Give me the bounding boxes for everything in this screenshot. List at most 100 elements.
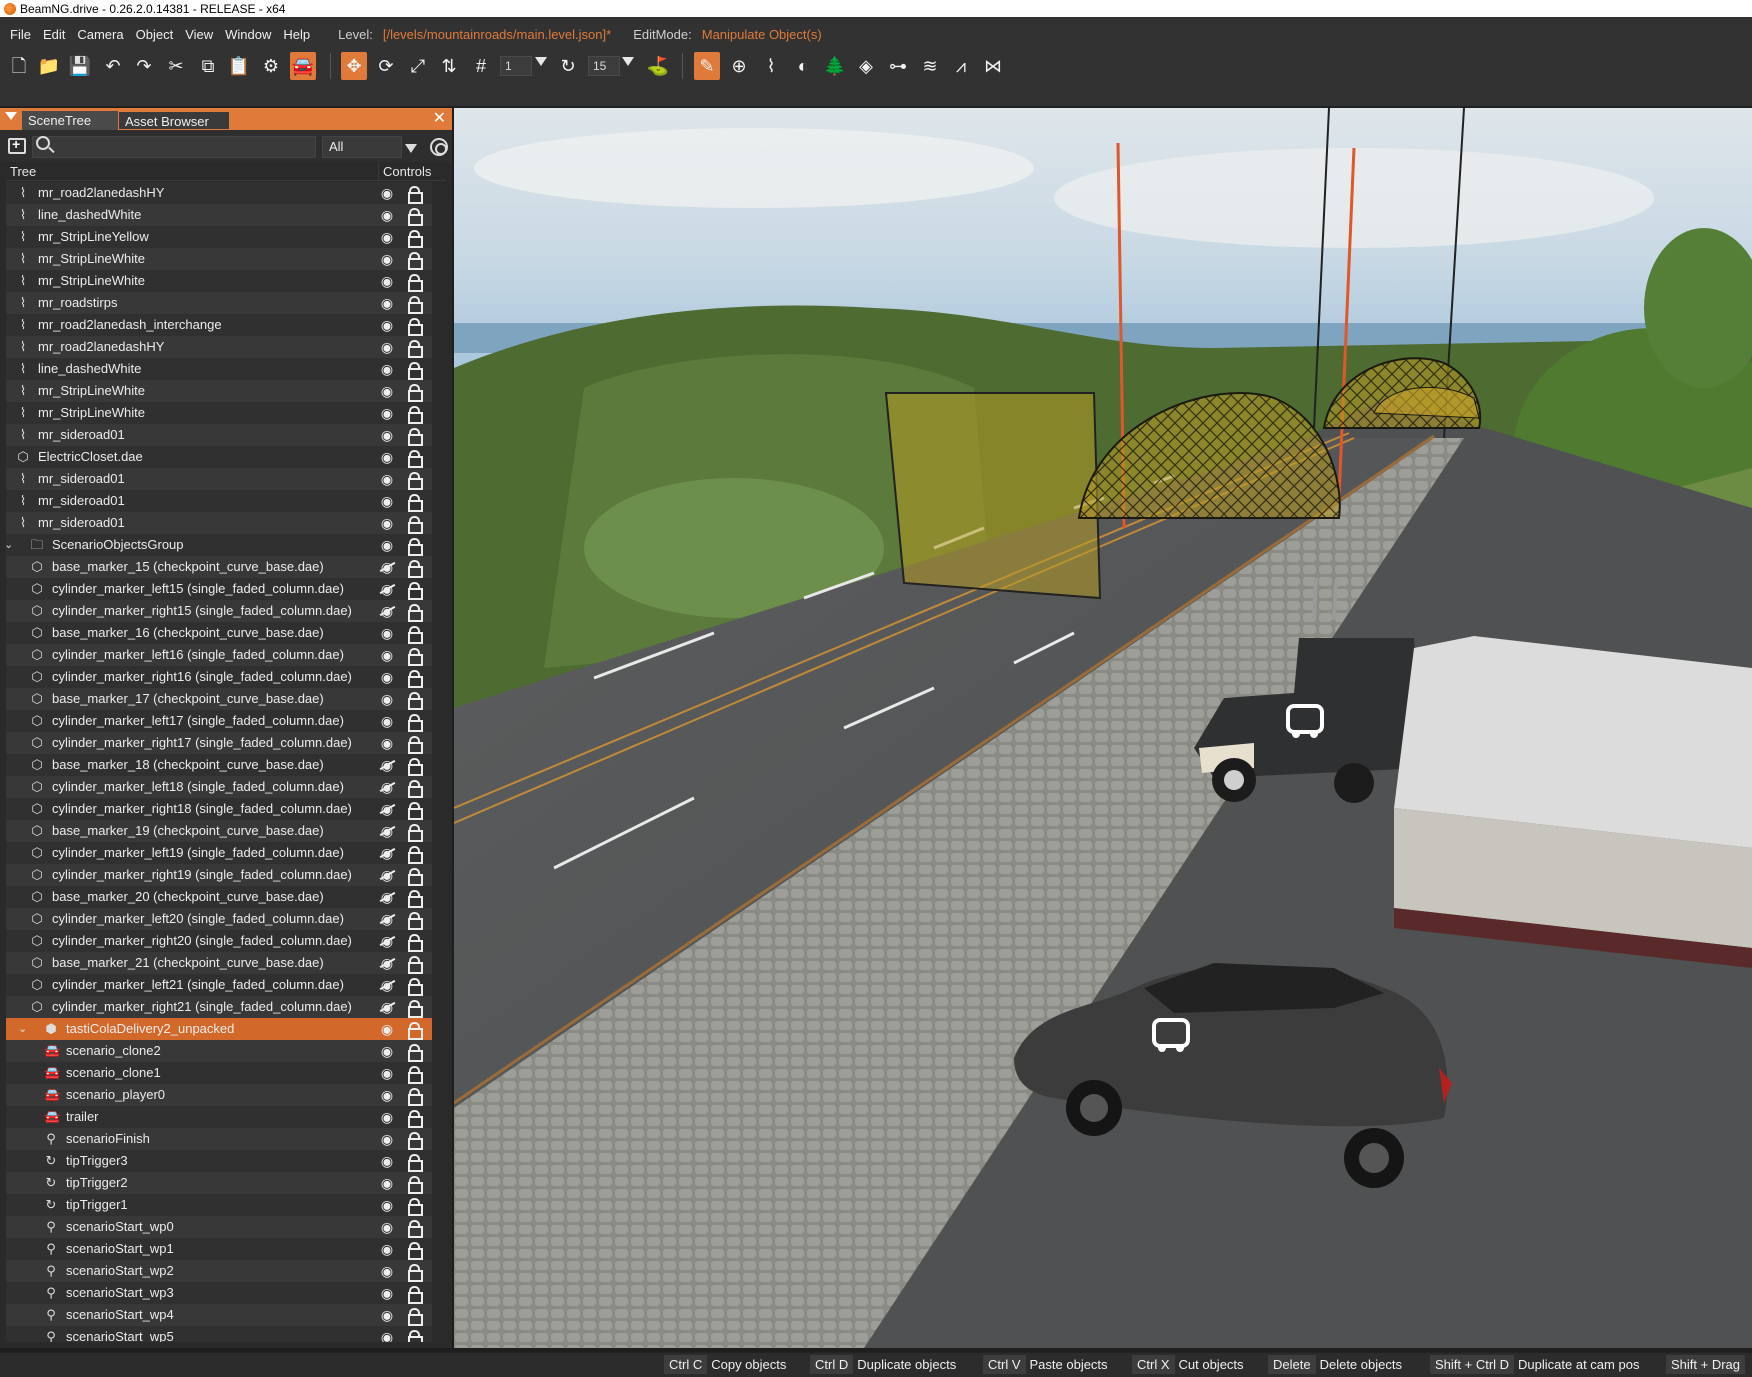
visibility-eye-icon[interactable]: ◉ [378,471,396,487]
menu-view[interactable]: View [179,27,219,42]
tree-row[interactable]: ⚲ scenarioStart_wp4 ◉ [6,1304,432,1326]
lock-icon[interactable] [408,956,423,974]
grid-size-dropdown-icon[interactable] [535,57,547,66]
tree-row[interactable]: ↻ tipTrigger3 ◉ [6,1150,432,1172]
settings-gear-icon[interactable]: ⚙ [258,52,284,80]
cut-icon[interactable]: ✂ [163,52,189,80]
lock-icon[interactable] [408,318,423,336]
tree-row[interactable]: ⬡ cylinder_marker_right18 (single_faded_c… [6,798,432,820]
lock-icon[interactable] [408,1022,423,1040]
scene-render[interactable] [454,108,1752,1348]
visibility-hidden-icon[interactable]: ◉ [378,933,396,949]
lock-icon[interactable] [408,494,423,512]
tree-scrollbar[interactable] [436,182,444,1344]
visibility-eye-icon[interactable]: ◉ [378,185,396,201]
visibility-eye-icon[interactable]: ◉ [378,669,396,685]
expand-chevron-icon[interactable]: ⌄ [18,1018,27,1040]
lock-icon[interactable] [408,1110,423,1128]
menu-window[interactable]: Window [219,27,277,42]
lock-icon[interactable] [408,230,423,248]
visibility-eye-icon[interactable]: ◉ [378,713,396,729]
expand-chevron-icon[interactable]: ⌄ [6,534,13,556]
lock-icon[interactable] [408,1066,423,1084]
tree-row[interactable]: ⬡ base_marker_17 (checkpoint_curve_base.d… [6,688,432,710]
visibility-eye-icon[interactable]: ◉ [378,449,396,465]
lock-icon[interactable] [408,1242,423,1260]
menu-file[interactable]: File [0,27,37,42]
3d-viewport[interactable] [454,108,1752,1348]
visibility-hidden-icon[interactable]: ◉ [378,867,396,883]
visibility-eye-icon[interactable]: ◉ [378,691,396,707]
visibility-eye-icon[interactable]: ◉ [378,1153,396,1169]
rotate-gizmo-icon[interactable]: ⟳ [373,52,399,80]
lock-icon[interactable] [408,1198,423,1216]
lock-icon[interactable] [408,384,423,402]
tree-row[interactable]: ↻ tipTrigger1 ◉ [6,1194,432,1216]
snap-to-terrain-icon[interactable]: ⛳ [645,52,671,80]
road-architect-icon[interactable]: ⩘ [948,52,974,80]
lock-icon[interactable] [408,890,423,908]
tree-row[interactable]: ⬡ base_marker_21 (checkpoint_curve_base.d… [6,952,432,974]
tree-row[interactable]: ⌇ mr_road2lanedashHY ◉ [6,336,432,358]
lock-icon[interactable] [408,538,423,556]
visibility-hidden-icon[interactable]: ◉ [378,779,396,795]
type-filter-select[interactable]: All [322,136,402,158]
lock-icon[interactable] [408,1154,423,1172]
lock-icon[interactable] [408,450,423,468]
tree-row[interactable]: ⬡ cylinder_marker_left20 (single_faded_co… [6,908,432,930]
tree-row[interactable]: ⌇ mr_road2lanedashHY ◉ [6,182,432,204]
menu-object[interactable]: Object [130,27,180,42]
lock-icon[interactable] [408,1000,423,1018]
visibility-eye-icon[interactable]: ◉ [378,647,396,663]
lock-icon[interactable] [408,582,423,600]
tree-row[interactable]: 🚘 scenario_player0 ◉ [6,1084,432,1106]
new-file-icon[interactable]: 🗋 [6,52,32,80]
visibility-eye-icon[interactable]: ◉ [378,383,396,399]
lock-icon[interactable] [408,1044,423,1062]
tree-row[interactable]: ⬡ ElectricCloset.dae ◉ [6,446,432,468]
visibility-hidden-icon[interactable]: ◉ [378,911,396,927]
tree-row[interactable]: ⬡ cylinder_marker_left17 (single_faded_co… [6,710,432,732]
object-edit-pencil-icon[interactable]: ✎ [694,52,720,80]
tree-row[interactable]: ⬡ cylinder_marker_left19 (single_faded_co… [6,842,432,864]
lock-icon[interactable] [408,1330,423,1342]
open-folder-icon[interactable]: 📁 [36,52,62,80]
visibility-hidden-icon[interactable]: ◉ [378,801,396,817]
visibility-hidden-icon[interactable]: ◉ [378,955,396,971]
visibility-eye-icon[interactable]: ◉ [378,339,396,355]
tree-row[interactable]: ⌇ mr_sideroad01 ◉ [6,468,432,490]
tree-row[interactable]: ⌇ mr_roadstirps ◉ [6,292,432,314]
lock-icon[interactable] [408,274,423,292]
rotation-snap-field[interactable]: 15 [588,56,620,76]
tree-row[interactable]: 🚘 trailer ◉ [6,1106,432,1128]
tree-row[interactable]: ⚲ scenarioStart_wp2 ◉ [6,1260,432,1282]
forest-editor-icon[interactable]: 🌲 [822,52,848,80]
visibility-eye-icon[interactable]: ◉ [378,1021,396,1037]
lock-icon[interactable] [408,186,423,204]
lock-icon[interactable] [408,252,423,270]
checkpoint-gate-box[interactable] [884,392,1102,600]
tree-row[interactable]: ⬡ cylinder_marker_right17 (single_faded_c… [6,732,432,754]
visibility-hidden-icon[interactable]: ◉ [378,889,396,905]
tree-row[interactable]: ⬡ base_marker_20 (checkpoint_curve_base.d… [6,886,432,908]
tab-asset-browser[interactable]: Asset Browser [118,111,230,130]
tree-row[interactable]: ⌇ mr_sideroad01 ◉ [6,512,432,534]
visibility-eye-icon[interactable]: ◉ [378,1197,396,1213]
tree-row[interactable]: ⬡ base_marker_16 (checkpoint_curve_base.d… [6,622,432,644]
create-object-icon[interactable]: ⊕ [726,52,752,80]
translate-gizmo-icon[interactable]: ✥ [341,52,367,80]
visibility-eye-icon[interactable]: ◉ [378,1065,396,1081]
visibility-eye-icon[interactable]: ◉ [378,1329,396,1342]
lock-icon[interactable] [408,296,423,314]
visibility-eye-icon[interactable]: ◉ [378,1241,396,1257]
panel-collapse-icon[interactable] [5,112,17,120]
lock-icon[interactable] [408,978,423,996]
paste-icon[interactable]: 📋 [226,52,252,80]
rotation-snap-dropdown-icon[interactable] [622,57,634,66]
redo-icon[interactable]: ↷ [131,52,157,80]
mesh-road-icon[interactable]: ≋ [917,52,943,80]
save-icon[interactable]: 💾 [67,52,93,80]
menu-camera[interactable]: Camera [71,27,129,42]
tree-row[interactable]: ⚲ scenarioStart_wp0 ◉ [6,1216,432,1238]
scene-tree-search-input[interactable] [32,136,316,158]
